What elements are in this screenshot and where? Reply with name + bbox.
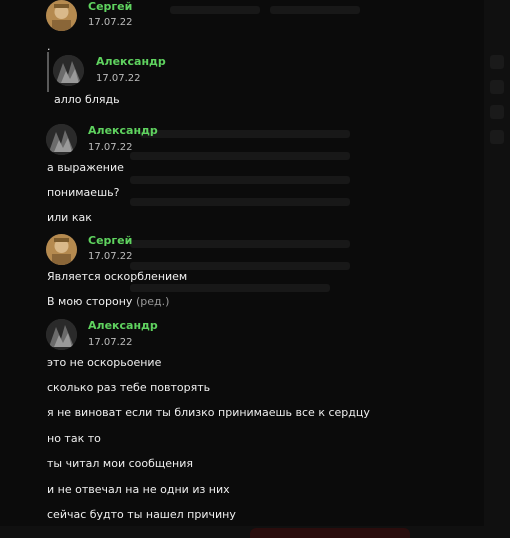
message-date: 17.07.22 xyxy=(88,251,133,262)
avatar-sergey[interactable] xyxy=(46,234,77,265)
sergey-avatar-icon xyxy=(46,234,77,265)
author-name[interactable]: Александр xyxy=(88,319,158,332)
message-text: В мою сторону xyxy=(47,295,133,308)
message-text: Является оскорблением xyxy=(47,270,188,283)
message-text: но так то xyxy=(47,432,101,445)
message-text: сейчас будто ты нашел причину xyxy=(47,508,236,521)
message-text: и не отвечал на не одни из них xyxy=(47,483,230,496)
avatar-alexandr[interactable] xyxy=(53,55,84,86)
author-name[interactable]: Сергей xyxy=(88,234,132,247)
author-name[interactable]: Александр xyxy=(88,124,158,137)
quoted-author-name[interactable]: Александр xyxy=(96,55,166,68)
message-text: или как xyxy=(47,211,92,224)
avatar-alexandr[interactable] xyxy=(46,124,77,155)
edited-label: (ред.) xyxy=(135,295,170,308)
quote-bar xyxy=(47,52,49,92)
sergey-avatar-icon xyxy=(46,0,77,31)
chat-thread: Сергей 17.07.22 . Александр 17.07.22 алл… xyxy=(0,0,510,538)
avatar-sergey[interactable] xyxy=(46,0,77,31)
message-date: 17.07.22 xyxy=(88,17,133,28)
message-date: 17.07.22 xyxy=(88,142,133,153)
author-name[interactable]: Сергей xyxy=(88,0,132,13)
avatar-alexandr[interactable] xyxy=(46,319,77,350)
message-text: ты читал мои сообщения xyxy=(47,457,193,470)
message-text: понимаешь? xyxy=(47,186,120,199)
alexandr-avatar-icon xyxy=(46,124,77,155)
message-text: а выражение xyxy=(47,161,124,174)
alexandr-avatar-icon xyxy=(53,55,84,86)
message-text: это не оскорьоение xyxy=(47,356,162,369)
message-text: сколько раз тебе повторять xyxy=(47,381,211,394)
message-text-edited: В мою сторону (ред.) xyxy=(47,295,169,308)
message-date: 17.07.22 xyxy=(88,337,133,348)
message-text: я не виноват если ты близко принимаешь в… xyxy=(47,406,370,419)
alexandr-avatar-icon xyxy=(46,319,77,350)
quoted-message-date: 17.07.22 xyxy=(96,73,141,84)
quoted-message-text: алло блядь xyxy=(54,93,120,106)
